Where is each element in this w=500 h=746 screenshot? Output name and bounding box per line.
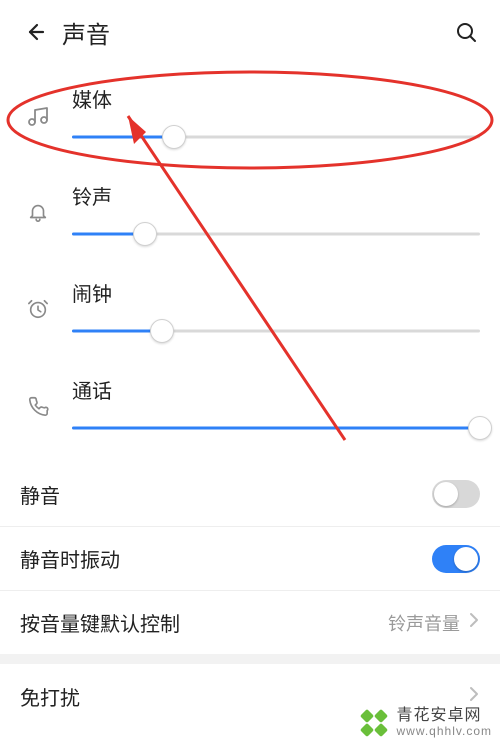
ringtone-volume-label: 铃声 xyxy=(72,181,480,210)
search-button[interactable] xyxy=(446,12,486,52)
volume-key-default-label: 按音量键默认控制 xyxy=(20,608,388,637)
toggle-knob xyxy=(454,547,478,571)
mute-row[interactable]: 静音 xyxy=(0,462,500,526)
slider-thumb[interactable] xyxy=(468,416,492,440)
slider-thumb[interactable] xyxy=(150,319,174,343)
volume-key-default-row[interactable]: 按音量键默认控制 铃声音量 xyxy=(0,590,500,654)
slider-thumb[interactable] xyxy=(133,222,157,246)
volume-key-default-value: 铃声音量 xyxy=(388,610,460,636)
dnd-row[interactable]: 免打扰 xyxy=(0,664,500,728)
header: 声音 xyxy=(0,0,500,64)
page-title: 声音 xyxy=(62,15,110,50)
back-button[interactable] xyxy=(14,12,54,52)
section-gap xyxy=(0,654,500,664)
slider-fill xyxy=(72,330,162,333)
slider-thumb[interactable] xyxy=(162,125,186,149)
volume-sliders-section: 媒体 铃声 xyxy=(0,64,500,462)
alarm-volume-slider[interactable] xyxy=(72,319,480,343)
arrow-left-icon xyxy=(22,20,46,44)
media-volume-slider[interactable] xyxy=(72,125,480,149)
mute-toggle[interactable] xyxy=(432,480,480,508)
toggle-knob xyxy=(434,482,458,506)
bell-icon xyxy=(20,181,56,223)
search-icon xyxy=(454,20,478,44)
screen: 声音 媒体 铃声 xyxy=(0,0,500,746)
chevron-right-icon xyxy=(468,685,480,708)
slider-fill xyxy=(72,136,174,139)
slider-fill xyxy=(72,427,480,430)
media-volume-row: 媒体 xyxy=(0,70,500,167)
vibrate-on-mute-label: 静音时振动 xyxy=(20,544,432,573)
mute-label: 静音 xyxy=(20,480,432,509)
settings-group-2: 免打扰 xyxy=(0,664,500,728)
dnd-label: 免打扰 xyxy=(20,682,468,711)
clock-icon xyxy=(20,278,56,320)
alarm-volume-label: 闹钟 xyxy=(72,278,480,307)
settings-group-1: 静音 静音时振动 按音量键默认控制 铃声音量 xyxy=(0,462,500,654)
vibrate-on-mute-row[interactable]: 静音时振动 xyxy=(0,526,500,590)
alarm-volume-row: 闹钟 xyxy=(0,264,500,361)
call-volume-row: 通话 xyxy=(0,361,500,458)
call-volume-slider[interactable] xyxy=(72,416,480,440)
phone-icon xyxy=(20,375,56,417)
media-volume-label: 媒体 xyxy=(72,84,480,113)
music-note-icon xyxy=(20,84,56,128)
call-volume-label: 通话 xyxy=(72,375,480,404)
ringtone-volume-slider[interactable] xyxy=(72,222,480,246)
ringtone-volume-row: 铃声 xyxy=(0,167,500,264)
vibrate-on-mute-toggle[interactable] xyxy=(432,545,480,573)
chevron-right-icon xyxy=(468,611,480,634)
